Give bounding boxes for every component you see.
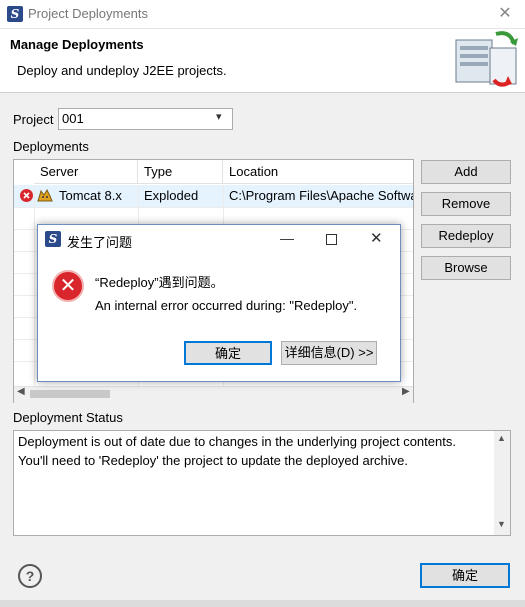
scrollbar-thumb[interactable] [30,390,110,398]
grid-column-line [34,185,35,386]
status-text-line: You'll need to 'Redeploy' the project to… [18,453,409,468]
cell-location: C:\Program Files\Apache Softwa [229,188,413,203]
chevron-right-icon[interactable]: ▶ [402,386,410,397]
cell-server: Tomcat 8.x [59,188,122,203]
error-badge-icon [20,189,33,202]
tomcat-cat-icon [37,188,53,202]
close-icon[interactable]: ✕ [370,229,383,247]
project-select-value: 001 [62,111,84,126]
minimize-icon[interactable]: — [280,230,294,246]
project-label: Project [13,112,54,127]
deployment-status-label: Deployment Status [13,410,123,425]
page-description: Deploy and undeploy J2EE projects. [17,63,227,78]
ok-button[interactable]: 确定 [420,563,510,588]
help-question-icon[interactable]: ? [18,564,42,588]
column-header-server[interactable]: Server [34,160,138,184]
close-icon[interactable]: ✕ [486,0,524,28]
dialog-app-icon: S [45,231,61,247]
redeploy-button[interactable]: Redeploy [421,224,511,248]
error-x-icon: ✕ [52,270,84,302]
dialog-details-button[interactable]: 详细信息(D) >> [281,341,377,365]
add-button[interactable]: Add [421,160,511,184]
app-icon: S [7,6,23,22]
column-header-location[interactable]: Location [223,160,413,184]
chevron-down-icon[interactable]: ▾ [216,110,222,123]
remove-button[interactable]: Remove [421,192,511,216]
browse-button[interactable]: Browse [421,256,511,280]
dialog-title: 发生了问题 [67,235,133,250]
window-title: Project Deployments [28,6,148,21]
grid-line [14,207,413,208]
page-title: Manage Deployments [10,37,144,52]
dialog-ok-button[interactable]: 确定 [184,341,272,365]
deploy-banner-icon [455,31,518,87]
taskbar-strip [0,600,525,607]
cell-type: Exploded [144,188,199,203]
error-message: “Redeploy”遇到问题。 [95,275,224,290]
chevron-up-icon[interactable]: ▲ [497,433,506,443]
error-detail: An internal error occurred during: "Rede… [95,298,358,313]
project-select[interactable] [58,108,233,130]
deployments-label: Deployments [13,139,89,154]
status-text-line: Deployment is out of date due to changes… [18,434,456,449]
chevron-down-icon[interactable]: ▼ [497,519,506,529]
chevron-left-icon[interactable]: ◀ [17,386,25,397]
column-header-type[interactable]: Type [138,160,223,184]
maximize-icon[interactable] [326,234,337,245]
